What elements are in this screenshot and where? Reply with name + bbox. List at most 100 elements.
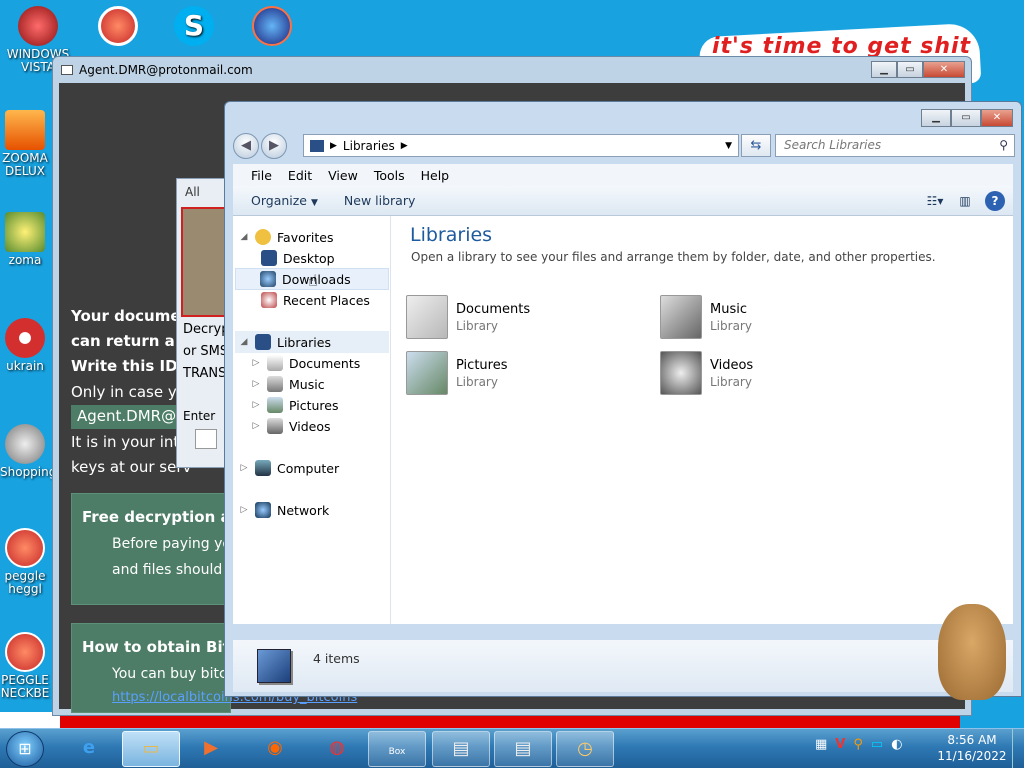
nav-documents[interactable]: ▷ Documents [251, 352, 360, 374]
expand-arrow-icon[interactable]: ◢ [239, 337, 249, 347]
nav-music[interactable]: ▷ Music [251, 373, 325, 395]
expand-arrow-icon[interactable]: ▷ [251, 379, 261, 389]
tray-app-icon[interactable]: ▦ [815, 737, 827, 752]
library-type: Library [456, 318, 498, 333]
close-button[interactable]: ✕ [923, 61, 965, 78]
desktop-icon-browser[interactable] [240, 6, 304, 48]
organize-label: Organize [251, 193, 307, 208]
ransom-line: Your documen [71, 307, 192, 325]
nav-favorites[interactable]: ◢ Favorites [239, 226, 333, 248]
nav-label: Network [277, 502, 330, 518]
desktop-icon-label: Shopping [0, 465, 57, 479]
expand-arrow-icon[interactable]: ▷ [239, 505, 249, 515]
volume-icon[interactable]: ◐ [891, 737, 902, 752]
search-input[interactable]: Search Libraries ⚲ [775, 134, 1015, 157]
desktop-icon-label: ukrain [6, 359, 44, 373]
tray-search-icon[interactable]: ⚲ [853, 737, 863, 752]
library-type: Library [710, 318, 752, 333]
internet-explorer-icon[interactable]: e [60, 731, 118, 767]
desktop-icon-peggle-heggl[interactable]: peggle heggl [0, 528, 50, 596]
desktop-icon-peggle-neckbe[interactable]: PEGGLE NECKBE [0, 632, 50, 700]
page-description: Open a library to see your files and arr… [411, 250, 936, 264]
library-item-pictures[interactable]: Pictures Library [406, 348, 646, 398]
back-button[interactable]: ◀ [233, 133, 259, 159]
pictures-library-icon [406, 351, 448, 395]
breadcrumb-arrow-icon[interactable]: ▶ [401, 141, 408, 151]
explorer-taskbar-button[interactable]: ▭ [122, 731, 180, 767]
dialog-title-text: All [185, 185, 200, 199]
pictures-icon [267, 397, 283, 413]
library-item-videos[interactable]: Videos Library [660, 348, 900, 398]
zoma-icon [5, 212, 45, 252]
address-dropdown-icon[interactable]: ▼ [725, 141, 732, 151]
window-taskbar-button-2[interactable]: ▤ [494, 731, 552, 767]
maximize-button[interactable]: ▭ [951, 109, 981, 127]
desktop-icon-zooma[interactable]: ZOOMA DELUX [0, 110, 50, 178]
maximize-button[interactable]: ▭ [897, 61, 923, 78]
new-library-button[interactable]: New library [336, 193, 423, 208]
expand-arrow-icon[interactable]: ▷ [239, 463, 249, 473]
menu-file[interactable]: File [243, 168, 280, 183]
videos-library-icon [660, 351, 702, 395]
nav-videos[interactable]: ▷ Videos [251, 415, 331, 437]
tray-display-icon[interactable]: ▭ [871, 737, 883, 752]
desktop-icon-ukrain[interactable]: ukrain [0, 318, 50, 373]
start-button[interactable]: ⊞ [6, 731, 44, 767]
dialog-input[interactable] [195, 429, 217, 449]
nav-recent-places[interactable]: Recent Places [261, 289, 370, 311]
library-item-music[interactable]: Music Library [660, 292, 900, 342]
library-name: Pictures [456, 357, 508, 373]
desktop-icon-p[interactable] [86, 6, 150, 48]
menu-tools[interactable]: Tools [366, 168, 413, 183]
expand-arrow-icon[interactable]: ▷ [251, 421, 261, 431]
help-icon[interactable]: ? [985, 191, 1005, 211]
ransom-line: can return all [71, 332, 186, 350]
box-taskbar-button[interactable]: Box [368, 731, 426, 767]
menu-bar: File Edit View Tools Help [233, 164, 1013, 186]
nav-pictures[interactable]: ▷ Pictures [251, 394, 339, 416]
nav-network[interactable]: ▷ Network [239, 499, 329, 521]
taskbar-clock[interactable]: 8:56 AM 11/16/2022 [936, 732, 1008, 764]
minimize-button[interactable]: ▁ [921, 109, 951, 127]
view-options-icon[interactable]: ☷▾ [925, 191, 945, 211]
organize-button[interactable]: Organize ▼ [243, 193, 326, 208]
media-player-icon[interactable]: ▶ [182, 731, 240, 767]
menu-edit[interactable]: Edit [280, 168, 320, 183]
refresh-button[interactable]: ⇆ [741, 134, 771, 157]
desktop-icon-skype[interactable]: S [162, 6, 226, 48]
minimize-button[interactable]: ▁ [871, 61, 897, 78]
breadcrumb-arrow-icon[interactable]: ▶ [330, 141, 337, 151]
nav-libraries[interactable]: ◢ Libraries [235, 331, 389, 353]
library-item-documents[interactable]: Documents Library [406, 292, 646, 342]
window-taskbar-button[interactable]: ▤ [432, 731, 490, 767]
expand-arrow-icon[interactable]: ▷ [251, 358, 261, 368]
page-title: Libraries [410, 224, 493, 246]
library-name: Documents [456, 301, 531, 317]
expand-arrow-icon[interactable]: ◢ [239, 232, 249, 242]
nav-label: Libraries [277, 334, 331, 350]
clock-app-taskbar-button[interactable]: ◷ [556, 731, 614, 767]
desktop-icon-zoma[interactable]: zoma [0, 212, 50, 267]
address-bar[interactable]: ▶ Libraries ▶ ▼ [303, 134, 739, 157]
forward-button[interactable]: ▶ [261, 133, 287, 159]
close-button[interactable]: ✕ [981, 109, 1013, 127]
show-desktop-button[interactable] [1012, 729, 1024, 768]
taskbar: ⊞ e ▭ ▶ ◉ ◍ Box ▤ ▤ ◷ ▦ V ⚲ ▭ ◐ 8:56 AM … [0, 728, 1024, 768]
preview-pane-icon[interactable]: ▥ [955, 191, 975, 211]
expand-arrow-icon[interactable]: ▷ [251, 400, 261, 410]
breadcrumb-libraries[interactable]: Libraries [343, 139, 395, 153]
search-icon[interactable]: ⚲ [999, 138, 1008, 152]
background-strip [0, 712, 60, 728]
uc-browser-icon[interactable]: ◉ [246, 731, 304, 767]
nav-desktop[interactable]: Desktop [261, 247, 335, 269]
tray-v-icon[interactable]: V [835, 737, 845, 752]
menu-help[interactable]: Help [413, 168, 458, 183]
peggle-icon [5, 632, 45, 672]
nav-computer[interactable]: ▷ Computer [239, 457, 339, 479]
explorer-window: ▁ ▭ ✕ ◀ ▶ ▶ Libraries ▶ ▼ ⇆ Search Libra… [224, 101, 1022, 697]
menu-view[interactable]: View [320, 168, 366, 183]
chrome-icon[interactable]: ◍ [308, 731, 366, 767]
nav-label: Computer [277, 460, 340, 476]
ransom-titlebar[interactable]: Agent.DMR@protonmail.com [53, 57, 971, 83]
desktop-icon-shopping[interactable]: Shopping [0, 424, 57, 479]
